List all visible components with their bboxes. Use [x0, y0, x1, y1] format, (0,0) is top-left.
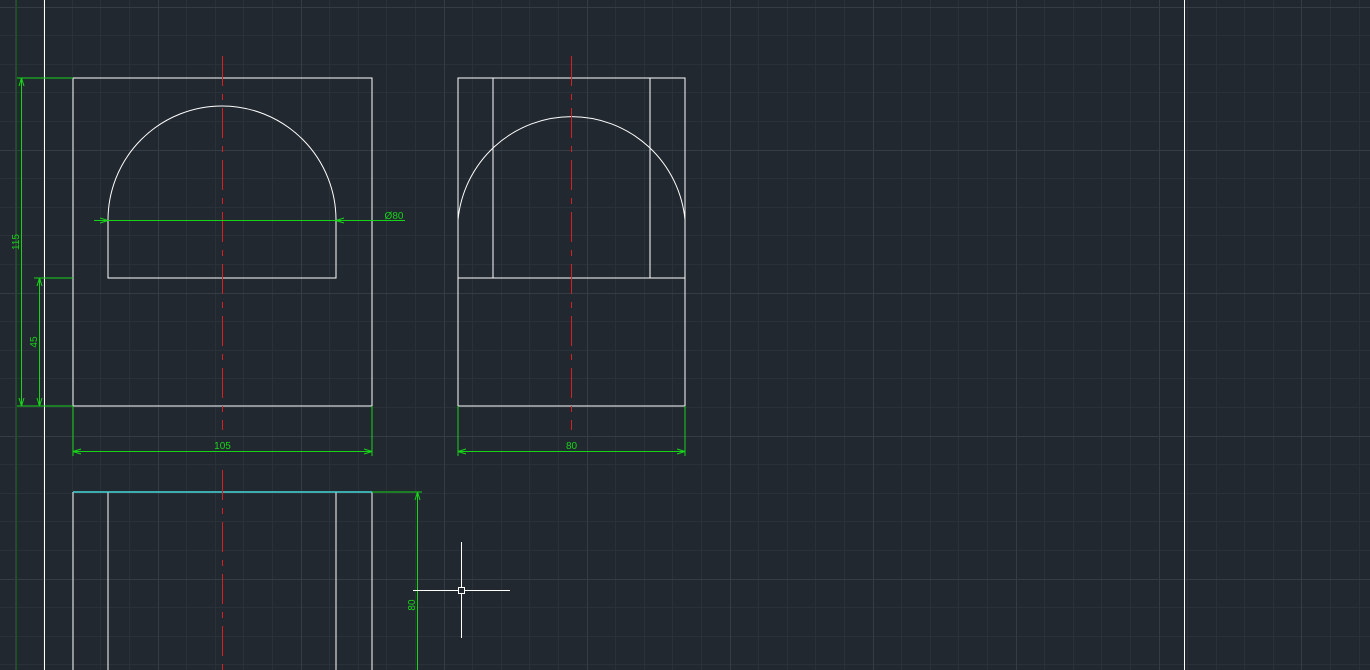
- dimension-text-front-width[interactable]: 105: [214, 441, 231, 452]
- dimension-text-front-height[interactable]: 115: [11, 234, 22, 250]
- pickbox-icon: [458, 587, 465, 594]
- dimension-text-bore-diameter[interactable]: Ø80: [385, 211, 404, 222]
- drawing-canvas[interactable]: 115 45 105 80 Ø80 80: [0, 0, 1370, 670]
- dimension-text-top-depth[interactable]: 80: [407, 599, 418, 611]
- dimension-text-front-slot-height[interactable]: 45: [29, 336, 40, 348]
- dimension-text-side-width[interactable]: 80: [566, 441, 578, 452]
